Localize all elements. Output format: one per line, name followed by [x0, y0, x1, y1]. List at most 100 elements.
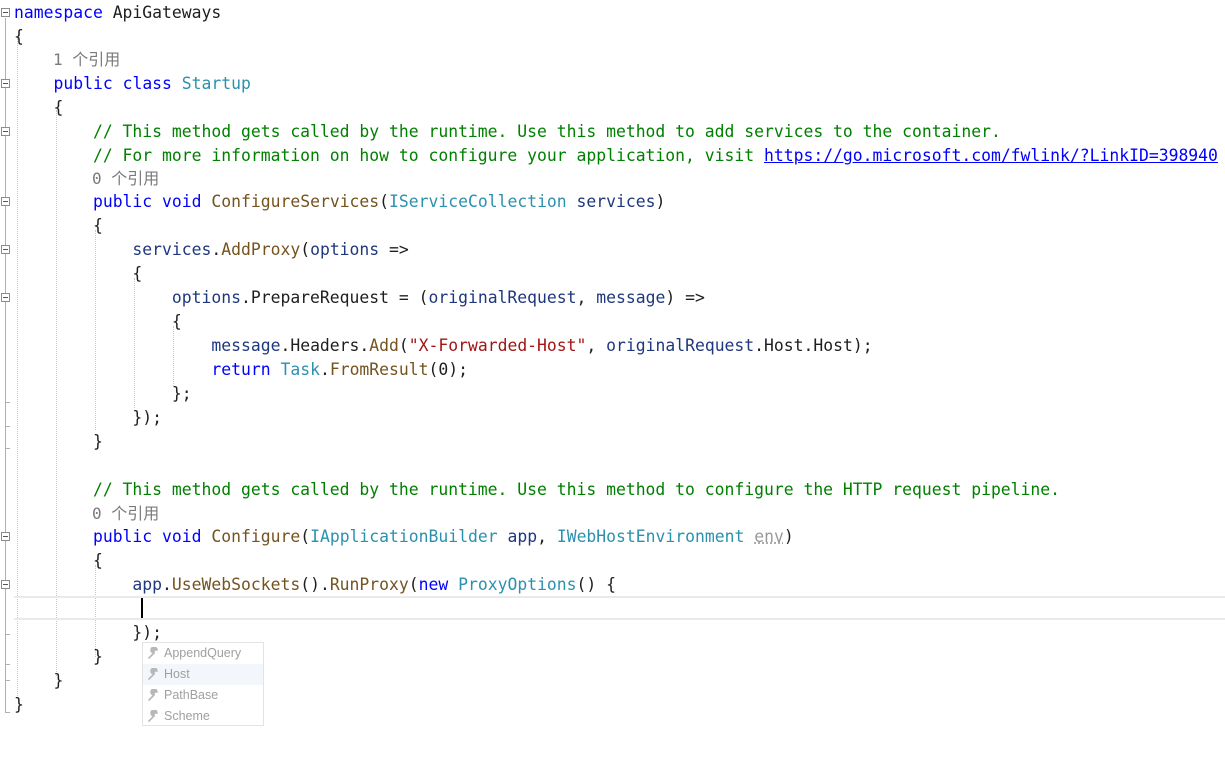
- code-line-close: }: [14, 645, 103, 669]
- code-line-close: }: [14, 669, 63, 693]
- brace: {: [92, 216, 103, 235]
- fold-toggle-runproxy[interactable]: [1, 580, 10, 589]
- code-line-configure-services: public void ConfigureServices(IServiceCo…: [92, 192, 666, 211]
- fold-toggle-namespace[interactable]: [1, 8, 10, 17]
- keyword: new: [418, 575, 449, 594]
- brace: };: [171, 384, 192, 403]
- code-line-preparerequest: options.PrepareRequest = (originalReques…: [171, 288, 705, 307]
- unused-parameter: env: [754, 527, 784, 546]
- completion-item[interactable]: Scheme: [143, 706, 263, 727]
- type-name: IServiceCollection: [389, 192, 567, 211]
- codelens-text[interactable]: 1 个引用: [53, 50, 120, 69]
- codelens-references[interactable]: 0 个引用: [92, 502, 159, 526]
- method-name: UseWebSockets: [171, 575, 301, 594]
- keyword: void: [162, 192, 202, 211]
- code-line-return: return Task.FromResult(0);: [211, 360, 468, 379]
- code-line-class-open: {: [14, 96, 63, 120]
- fold-toggle-configure[interactable]: [1, 532, 10, 541]
- code-line-addproxy: services.AddProxy(options =>: [132, 240, 409, 259]
- code-line-close: };: [14, 382, 192, 406]
- brace: }: [53, 671, 64, 690]
- class-name: Startup: [181, 74, 251, 93]
- wrench-icon: [148, 689, 158, 701]
- type-name: IApplicationBuilder: [310, 527, 498, 546]
- code-line-close: });: [14, 406, 162, 430]
- outline-bar: [5, 18, 6, 713]
- text-caret: [141, 598, 143, 618]
- brace: }: [92, 432, 103, 451]
- comment-link[interactable]: https://go.microsoft.com/fwlink/?LinkID=…: [764, 146, 1218, 165]
- brace: {: [14, 27, 24, 46]
- keyword: public: [92, 192, 153, 211]
- fold-toggle-preparerequest[interactable]: [1, 293, 10, 302]
- fold-toggle-comment[interactable]: [1, 127, 10, 136]
- comment-text: // This method gets called by the runtim…: [92, 122, 1001, 141]
- method-name: FromResult: [329, 360, 429, 379]
- brace: {: [92, 551, 103, 570]
- outline-tick: [5, 712, 10, 713]
- parameter: services: [576, 192, 656, 211]
- parameter: originalRequest: [428, 288, 577, 307]
- code-line-close: }: [14, 693, 24, 717]
- identifier: services: [132, 240, 212, 259]
- property: Host: [813, 336, 853, 355]
- parameter: message: [596, 288, 666, 307]
- brace: }: [92, 647, 103, 666]
- code-line-close: });: [14, 621, 162, 645]
- completion-item-label: Host: [164, 667, 190, 681]
- comment-line: // This method gets called by the runtim…: [14, 120, 1001, 144]
- code-editor[interactable]: namespace ApiGateways { 1 个引用 public cla…: [0, 0, 1225, 770]
- intellisense-completion-list[interactable]: AppendQuery Host PathBase Scheme: [142, 642, 264, 726]
- comment-text: // For more information on how to config…: [92, 146, 764, 165]
- codelens-text[interactable]: 0 个引用: [92, 169, 159, 188]
- property: PrepareRequest: [250, 288, 389, 307]
- code-line-headers-add: message.Headers.Add("X-Forwarded-Host", …: [211, 336, 873, 355]
- wrench-icon: [148, 668, 158, 680]
- parameter: app: [507, 527, 538, 546]
- method-name: RunProxy: [329, 575, 409, 594]
- method-name: ConfigureServices: [211, 192, 380, 211]
- code-line-brace: {: [14, 214, 103, 238]
- comment-text: // This method gets called by the runtim…: [92, 480, 1061, 499]
- brace: {: [53, 98, 64, 117]
- property: Headers: [290, 336, 360, 355]
- fold-toggle-addproxy[interactable]: [1, 245, 10, 254]
- keyword: public: [92, 527, 153, 546]
- outline-tick: [5, 402, 10, 403]
- string-literal: "X-Forwarded-Host": [408, 336, 587, 355]
- code-line-brace: {: [14, 262, 142, 286]
- codelens-references[interactable]: 0 个引用: [92, 167, 159, 191]
- code-line-close: }: [14, 430, 103, 454]
- completion-item[interactable]: PathBase: [143, 685, 263, 706]
- outline-tick: [5, 680, 10, 681]
- brace: {: [171, 312, 182, 331]
- fold-toggle-configure-services[interactable]: [1, 197, 10, 206]
- identifier: originalRequest: [606, 336, 755, 355]
- completion-item[interactable]: AppendQuery: [143, 643, 263, 664]
- brace: }: [14, 695, 24, 714]
- brace: });: [132, 408, 163, 427]
- type-name: Task: [280, 360, 320, 379]
- codelens-references[interactable]: 1 个引用: [53, 48, 120, 72]
- code-line-2: {: [14, 25, 24, 49]
- keyword: class: [122, 74, 172, 93]
- brace: });: [132, 623, 163, 642]
- keyword: return: [211, 360, 271, 379]
- identifier: message: [211, 336, 281, 355]
- completion-item-selected[interactable]: Host: [143, 664, 263, 685]
- identifier: options: [171, 288, 241, 307]
- codelens-text[interactable]: 0 个引用: [92, 504, 159, 523]
- code-line-configure: public void Configure(IApplicationBuilde…: [92, 527, 794, 546]
- code-line-1: namespace ApiGateways: [14, 1, 221, 25]
- type-name: IWebHostEnvironment: [556, 527, 745, 546]
- wrench-icon: [148, 647, 158, 659]
- wrench-icon: [148, 710, 158, 722]
- identifier: app: [132, 575, 163, 594]
- method-name: Configure: [211, 527, 301, 546]
- fold-toggle-class[interactable]: [1, 79, 10, 88]
- parameter: options: [310, 240, 380, 259]
- keyword: namespace: [14, 3, 103, 22]
- namespace-name: ApiGateways: [112, 3, 222, 22]
- keyword: public: [53, 74, 113, 93]
- code-line-runproxy: app.UseWebSockets().RunProxy(new ProxyOp…: [132, 575, 617, 594]
